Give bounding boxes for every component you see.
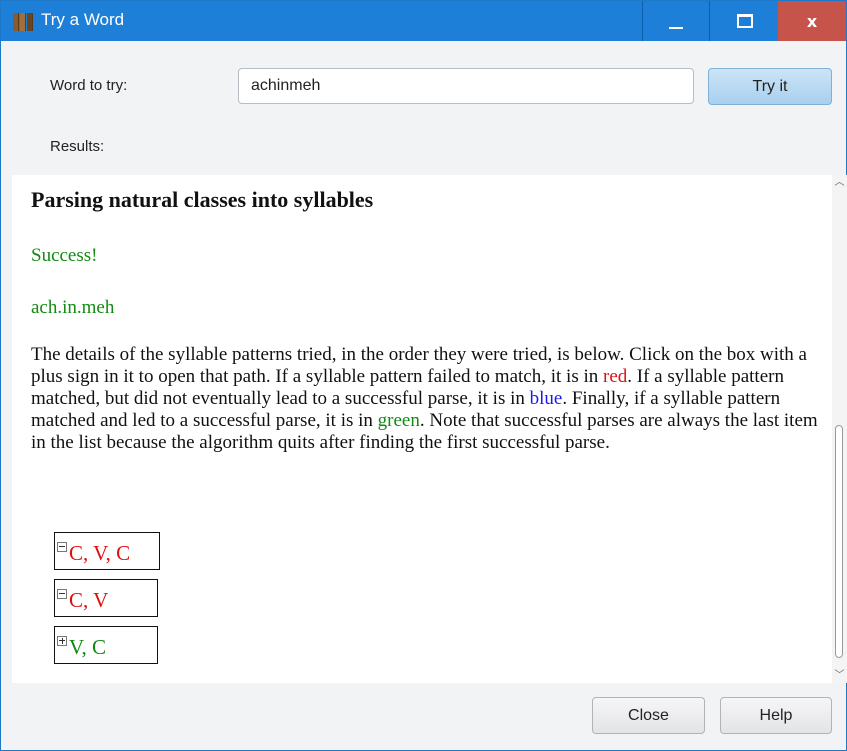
maximize-button[interactable] [711,1,779,41]
help-button[interactable]: Help [720,697,832,734]
close-icon: x [806,11,818,31]
tree-node-label: C, V [69,588,109,612]
description-blue-word: blue [529,388,563,409]
tree-node-c-v[interactable]: C, V [54,579,158,617]
tree-node-v-c[interactable]: V, C [54,626,158,664]
close-window-button[interactable]: x [778,1,846,41]
tree-node-label: V, C [69,635,106,659]
tree-node-c-v-c[interactable]: C, V, C [54,532,160,570]
word-to-try-label: Word to try: [50,77,128,94]
try-it-button[interactable]: Try it [708,68,832,105]
scrollbar-thumb[interactable] [835,425,843,658]
parsed-syllables: ach.in.meh [31,297,115,318]
expand-plus-icon[interactable] [57,636,67,646]
results-scrollbar[interactable]: ︿ ﹀ [832,175,847,683]
window-title: Try a Word [41,10,125,29]
success-status: Success! [31,245,98,266]
tree-node-label: C, V, C [69,541,131,565]
scroll-up-chevron-icon[interactable]: ︿ [834,177,845,188]
word-input[interactable]: achinmeh [238,68,694,104]
results-heading: Parsing natural classes into syllables [31,187,374,212]
maximize-icon [736,14,753,28]
results-description: The details of the syllable patterns tri… [31,344,821,454]
scroll-down-chevron-icon[interactable]: ﹀ [834,670,845,681]
description-green-word: green [377,410,420,431]
collapse-minus-icon[interactable] [57,542,67,552]
results-label: Results: [50,138,105,155]
title-bar[interactable]: Try a Word x [1,1,846,41]
results-pane[interactable]: Parsing natural classes into syllables S… [12,175,832,683]
description-red-word: red [603,366,628,387]
close-button[interactable]: Close [592,697,705,734]
minimize-button[interactable] [642,1,710,41]
minimize-icon [669,27,683,29]
try-a-word-window: Try a Word x Word to try: achinmeh Try i… [0,0,847,751]
books-app-icon [13,13,33,31]
collapse-minus-icon[interactable] [57,589,67,599]
